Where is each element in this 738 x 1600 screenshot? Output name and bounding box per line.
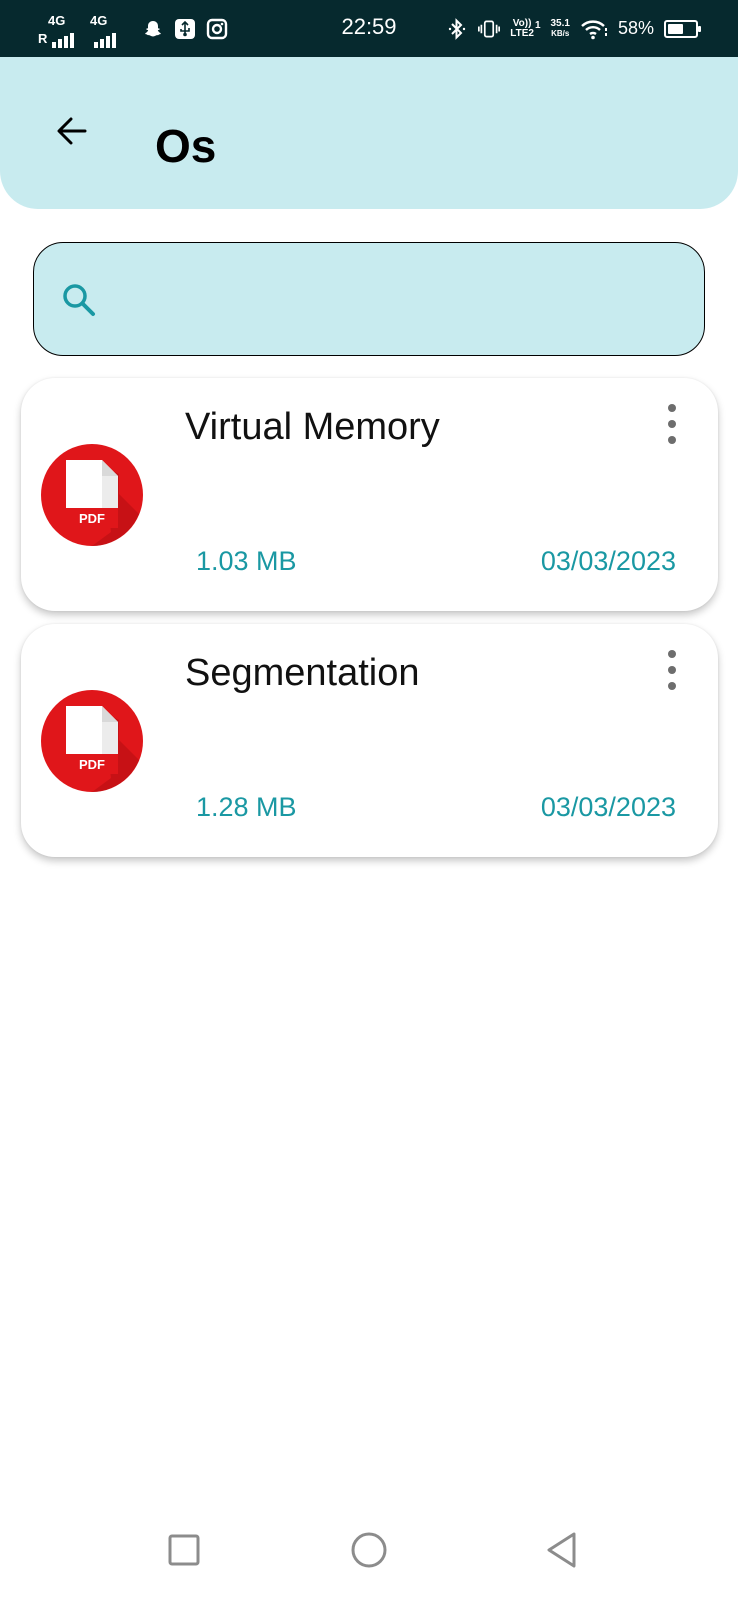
bluetooth-icon: [446, 17, 468, 40]
back-button[interactable]: [48, 107, 96, 155]
back-nav-button[interactable]: [532, 1520, 592, 1580]
volte-line1: Vo)): [512, 17, 532, 29]
battery-percent: 58%: [617, 18, 654, 38]
file-name: Virtual Memory: [185, 406, 440, 448]
file-size: 1.28 MB: [196, 792, 297, 822]
app-header: Os: [0, 57, 738, 209]
back-triangle-icon: [547, 1532, 576, 1568]
volte-sim: 1: [534, 19, 541, 31]
pdf-icon: PDF: [41, 690, 143, 792]
arrow-back-icon: [57, 117, 87, 145]
file-size: 1.03 MB: [196, 546, 297, 576]
file-name: Segmentation: [185, 652, 420, 694]
battery-fill: [668, 23, 684, 34]
home-circle-icon: [351, 1532, 387, 1568]
net-speed: 35.1 KB/s: [550, 17, 570, 39]
net-speed-value: 35.1: [550, 17, 570, 29]
volte-line2: LTE2: [510, 27, 534, 39]
file-date: 03/03/2023: [540, 792, 676, 822]
search-bar[interactable]: [33, 242, 705, 356]
pdf-icon: PDF: [41, 444, 143, 546]
more-vert-icon[interactable]: [660, 650, 684, 690]
search-input[interactable]: [114, 263, 684, 337]
wifi-icon: [580, 18, 608, 40]
search-icon[interactable]: [58, 279, 102, 323]
file-card[interactable]: PDF Virtual Memory 1.03 MB 03/03/2023: [21, 378, 718, 611]
volte-indicator: Vo)) LTE2 1: [510, 17, 541, 39]
file-date: 03/03/2023: [540, 546, 676, 576]
home-button[interactable]: [339, 1520, 399, 1580]
more-vert-icon[interactable]: [660, 404, 684, 444]
vibrate-icon: [478, 18, 501, 40]
pdf-icon-label: PDF: [79, 511, 105, 526]
battery-icon: [664, 19, 701, 38]
system-nav-bar: [0, 1500, 738, 1600]
status-right-icons: Vo)) LTE2 1 35.1 KB/s 58%: [446, 0, 701, 57]
pdf-icon-label: PDF: [79, 757, 105, 772]
status-bar: 4G R 4G 22:59 Vo)) LTE2 1 35.1 KB/s 58%: [0, 0, 738, 57]
recents-button[interactable]: [154, 1520, 214, 1580]
net-speed-unit: KB/s: [551, 28, 570, 38]
recents-square-icon: [168, 1534, 200, 1566]
file-card[interactable]: PDF Segmentation 1.28 MB 03/03/2023: [21, 624, 718, 857]
page-title: Os: [155, 120, 217, 172]
